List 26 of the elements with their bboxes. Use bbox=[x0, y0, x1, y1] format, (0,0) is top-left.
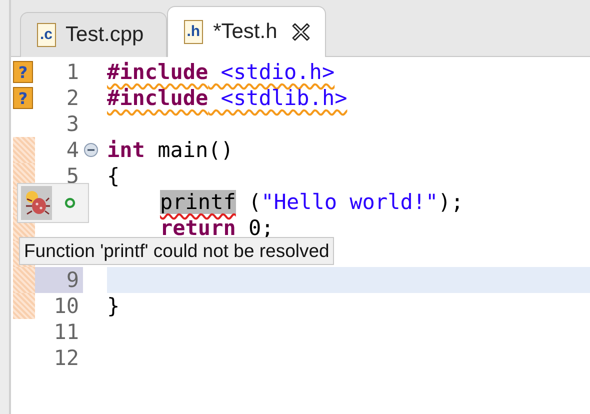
line-number: 4 bbox=[66, 138, 79, 162]
code-line: { bbox=[107, 163, 120, 189]
warning-icon: ? bbox=[13, 61, 33, 83]
code-line: printf ("Hello world!"); bbox=[160, 189, 464, 215]
line-number: 9 bbox=[66, 268, 79, 292]
line-number: 10 bbox=[54, 294, 79, 318]
file-icon: .h bbox=[184, 20, 204, 44]
code-line: int main() bbox=[107, 137, 234, 163]
line-number: 2 bbox=[66, 86, 79, 110]
circle-icon bbox=[64, 197, 76, 209]
error-tooltip: Function 'printf' could not be resolved bbox=[19, 237, 334, 265]
close-icon[interactable] bbox=[291, 22, 312, 42]
line-number: 12 bbox=[54, 346, 79, 370]
file-icon: .c bbox=[37, 23, 56, 47]
editor-tab[interactable]: .h *Test.h bbox=[166, 6, 326, 57]
code-line: #include <stdio.h> bbox=[107, 59, 335, 85]
quick-fix-item[interactable] bbox=[21, 186, 52, 220]
editor-tab[interactable]: .c Test.cpp bbox=[20, 12, 167, 57]
fold-icon[interactable] bbox=[83, 142, 99, 158]
line-number: 3 bbox=[66, 112, 79, 136]
code-line: } bbox=[107, 293, 120, 319]
line-number: 5 bbox=[66, 164, 79, 188]
warning-icon: ? bbox=[13, 87, 33, 109]
line-number: 11 bbox=[54, 320, 79, 344]
code-line: #include <stdlib.h> bbox=[107, 85, 348, 111]
line-number: 1 bbox=[66, 60, 79, 84]
